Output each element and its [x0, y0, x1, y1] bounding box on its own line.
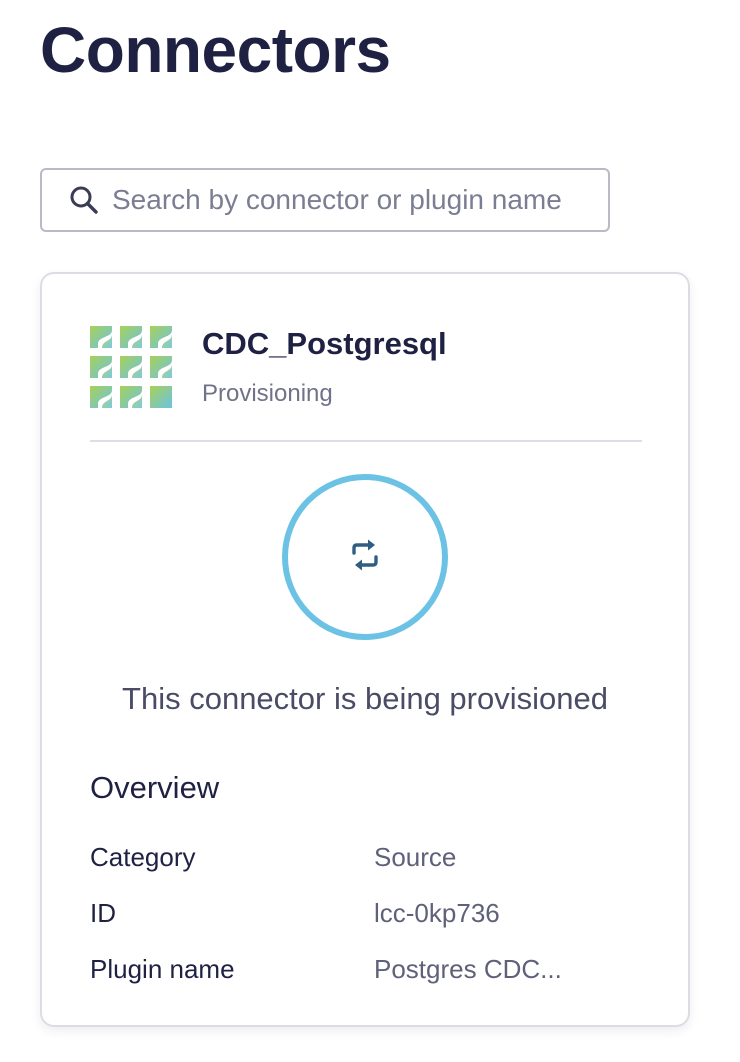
connector-status: Provisioning [202, 380, 333, 407]
search-box[interactable] [40, 168, 610, 232]
connector-card[interactable]: CDC_Postgresql Provisioning This connect… [40, 272, 690, 1027]
search-icon [66, 182, 102, 218]
category-value: Source [374, 842, 457, 872]
search-input[interactable] [112, 170, 608, 230]
sync-arrows-icon [350, 538, 380, 577]
connectors-page: Connectors Search by connector or plugin… [0, 0, 740, 1062]
id-value: lcc-0kp736 [374, 898, 500, 928]
plugin-name-value: Postgres CDC... [374, 954, 562, 984]
connector-logo-icon [90, 326, 172, 408]
card-divider [90, 440, 642, 442]
page-title: Connectors [40, 14, 391, 86]
category-label: Category [90, 842, 196, 872]
id-label: ID [90, 898, 116, 928]
provisioning-message: This connector is being provisioned [122, 681, 608, 716]
plugin-name-label: Plugin name [90, 954, 235, 984]
connector-name[interactable]: CDC_Postgresql [202, 324, 447, 364]
overview-heading: Overview [90, 770, 220, 805]
provisioning-indicator [282, 474, 448, 640]
